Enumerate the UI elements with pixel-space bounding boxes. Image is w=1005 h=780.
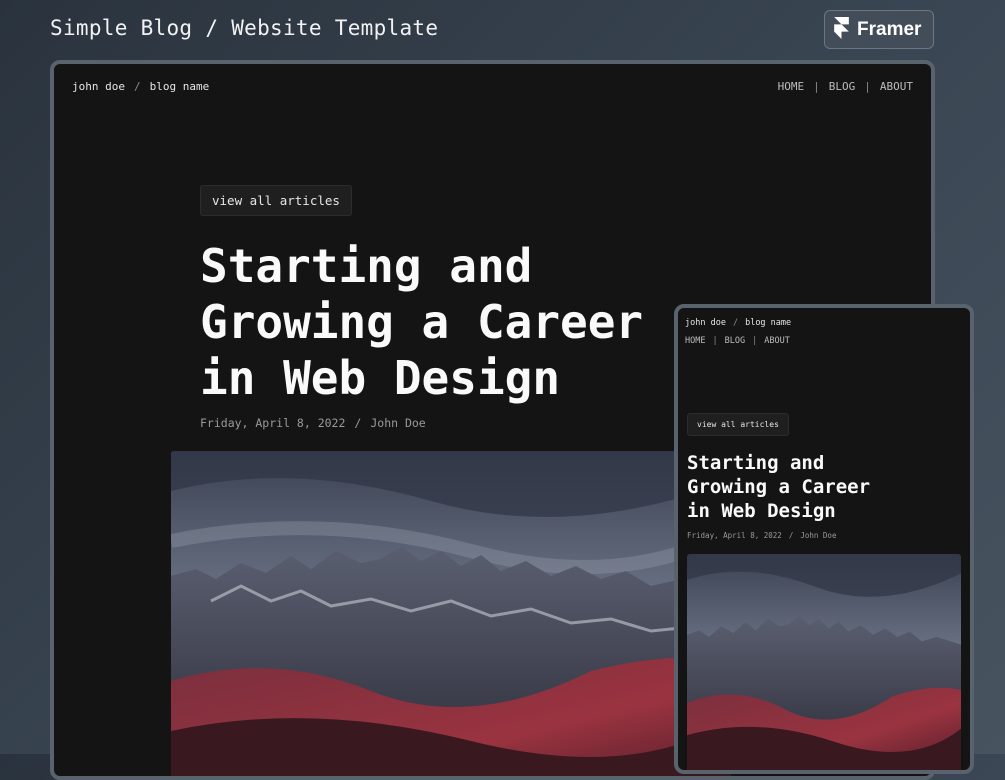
nav-about[interactable]: ABOUT [880,80,913,93]
mobile-author-link[interactable]: john doe [685,318,726,328]
breadcrumb: john doe / blog name [72,80,209,93]
view-all-articles-button[interactable]: view all articles [200,185,352,216]
hero-image [171,451,731,776]
nav-separator: | [813,80,820,93]
page-title: Simple Blog / Website Template [50,16,439,40]
article-title-line: Growing a Career [687,476,871,498]
article-title-line: Starting and [200,239,533,293]
nav-home[interactable]: HOME [778,80,805,93]
article-author: John Doe [370,416,426,430]
author-link[interactable]: john doe [72,80,125,93]
meta-separator: / [354,416,362,430]
nav-separator: | [864,80,871,93]
main-nav: HOME | BLOG | ABOUT [778,80,913,93]
meta-separator: / [788,531,794,540]
article-meta: Friday, April 8, 2022 / John Doe [200,416,426,430]
article-title: Starting and Growing a Career in Web Des… [200,238,720,406]
framer-label: Framer [857,18,922,40]
mobile-nav-blog[interactable]: BLOG [725,336,745,346]
mobile-view-all-articles-button[interactable]: view all articles [687,413,789,436]
article-title-line: Growing a Career [200,295,644,349]
nav-separator: | [712,336,718,346]
mobile-blog-name-link[interactable]: blog name [745,318,791,328]
blog-name-link[interactable]: blog name [150,80,210,93]
mobile-hero-image [687,554,961,770]
mobile-nav-about[interactable]: ABOUT [764,336,790,346]
breadcrumb-separator: / [732,318,739,328]
mobile-main-nav: HOME | BLOG | ABOUT [685,336,790,346]
mobile-article-date: Friday, April 8, 2022 [687,531,782,540]
mobile-preview: john doe / blog name HOME | BLOG | ABOUT view … [674,304,974,774]
article-title-line: in Web Design [200,351,561,405]
mobile-article-title: Starting and Growing a Career in Web Des… [687,451,937,523]
mobile-article-author: John Doe [800,531,837,540]
mobile-breadcrumb: john doe / blog name [685,318,791,328]
article-date: Friday, April 8, 2022 [200,416,346,430]
breadcrumb-separator: / [133,80,141,93]
article-title-line: Starting and [687,452,825,474]
article-title-line: in Web Design [687,500,836,522]
framer-badge[interactable]: Framer [824,10,934,49]
mobile-nav-home[interactable]: HOME [685,336,705,346]
mobile-article-meta: Friday, April 8, 2022 / John Doe [687,531,836,540]
nav-blog[interactable]: BLOG [829,80,856,93]
nav-separator: | [752,336,758,346]
framer-logo-icon [834,16,849,43]
